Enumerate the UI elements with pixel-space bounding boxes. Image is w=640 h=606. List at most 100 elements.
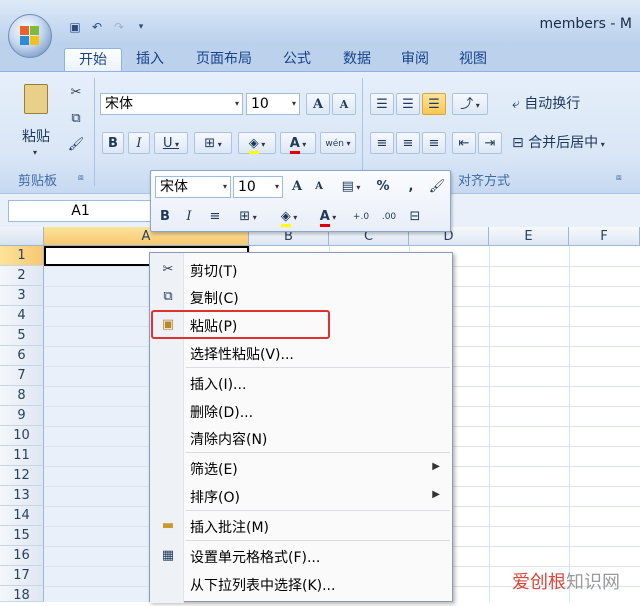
menu-item-sort[interactable]: 排序(O) ▶ xyxy=(150,483,452,509)
tab-formulas[interactable]: 公式 xyxy=(272,48,322,72)
row-header-11[interactable]: 11 xyxy=(0,446,44,466)
row-header-7[interactable]: 7 xyxy=(0,366,44,386)
row-header-12[interactable]: 12 xyxy=(0,466,44,486)
paste-button[interactable]: 粘贴 ▾ xyxy=(18,82,58,172)
row-header-18[interactable]: 18 xyxy=(0,586,44,603)
undo-icon[interactable]: ↶ xyxy=(88,18,106,36)
underline-button[interactable]: U ▾ xyxy=(154,132,188,154)
align-middle-button[interactable]: ☰ xyxy=(396,93,420,115)
row-header-16[interactable]: 16 xyxy=(0,546,44,566)
menu-item-copy[interactable]: ⧉ 复制(C) xyxy=(150,284,452,310)
font-size-box[interactable]: 10 ▾ xyxy=(246,93,300,115)
menu-item-label: 排序(O) xyxy=(190,490,240,506)
mini-format-painter-icon[interactable]: 🖌 xyxy=(427,176,447,198)
row-header-13[interactable]: 13 xyxy=(0,486,44,506)
phonetic-button[interactable]: wén ▾ xyxy=(320,132,356,154)
menu-item-clear-contents[interactable]: 清除内容(N) xyxy=(150,425,452,451)
mini-grow-font-button[interactable]: A xyxy=(287,176,307,198)
tab-page-layout[interactable]: 页面布局 xyxy=(186,48,262,72)
menu-item-delete[interactable]: 删除(D)... xyxy=(150,398,452,424)
menu-item-filter[interactable]: 筛选(E) ▶ xyxy=(150,455,452,481)
menu-item-insert[interactable]: 插入(I)... xyxy=(150,370,452,396)
menu-item-format-cells[interactable]: ▦ 设置单元格格式(F)... xyxy=(150,543,452,569)
shrink-font-button[interactable]: A xyxy=(332,93,356,115)
mini-shrink-font-button[interactable]: A xyxy=(309,176,329,198)
customize-qat-icon[interactable]: ▾ xyxy=(132,18,150,36)
align-right-button[interactable]: ≡ xyxy=(422,132,446,154)
column-header-e[interactable]: E xyxy=(489,227,569,246)
mini-percent-button[interactable]: % xyxy=(373,176,393,198)
copy-icon[interactable]: ⧉ xyxy=(66,108,86,130)
dialog-launcher-icon[interactable]: ⧈ xyxy=(616,173,622,183)
column-header-f[interactable]: F xyxy=(569,227,640,246)
wrap-text-button[interactable]: ⤶ 自动换行 xyxy=(512,93,602,115)
mini-fill-color-button[interactable]: ◈ ▾ xyxy=(271,206,307,228)
align-left-button[interactable]: ≡ xyxy=(370,132,394,154)
font-name-box[interactable]: 宋体 ▾ xyxy=(100,93,243,115)
mini-comma-button[interactable]: , xyxy=(401,176,421,198)
borders-icon: ⊞ xyxy=(239,209,251,224)
menu-item-insert-comment[interactable]: ▬ 插入批注(M) xyxy=(150,513,452,539)
mini-merge-icon[interactable]: ⊟ xyxy=(405,206,425,228)
mini-bold-button[interactable]: B xyxy=(155,206,175,228)
row-header-1[interactable]: 1 xyxy=(0,246,44,266)
name-box[interactable]: A1 xyxy=(8,200,153,222)
row-header-5[interactable]: 5 xyxy=(0,326,44,346)
increase-indent-button[interactable]: ⇥ xyxy=(478,132,502,154)
tab-data[interactable]: 数据 xyxy=(332,48,382,72)
menu-item-pick-from-list[interactable]: 从下拉列表中选择(K)... xyxy=(150,571,452,597)
cut-icon[interactable]: ✂ xyxy=(66,82,86,104)
window-title: members - M xyxy=(539,16,632,32)
fill-color-button[interactable]: ◈ ▾ xyxy=(238,132,276,154)
mini-center-icon[interactable]: ≡ xyxy=(205,206,225,228)
menu-separator xyxy=(186,510,450,511)
select-all-button[interactable] xyxy=(0,227,44,246)
merge-center-button[interactable]: ⊟ 合并后居中 ▾ xyxy=(512,132,630,154)
mini-italic-button[interactable]: I xyxy=(179,206,199,228)
italic-button[interactable]: I xyxy=(128,132,150,154)
row-header-3[interactable]: 3 xyxy=(0,286,44,306)
orientation-button[interactable]: ⤴ ▾ xyxy=(452,93,488,115)
row-header-4[interactable]: 4 xyxy=(0,306,44,326)
align-top-button[interactable]: ☰ xyxy=(370,93,394,115)
mini-increase-decimal-button[interactable]: +.0 xyxy=(349,206,373,228)
decrease-indent-button[interactable]: ⇤ xyxy=(452,132,476,154)
save-icon[interactable]: ▣ xyxy=(66,18,84,36)
mini-accounting-button[interactable]: ▤ ▾ xyxy=(335,176,367,198)
redo-icon[interactable]: ↷ xyxy=(110,18,128,36)
tab-review[interactable]: 审阅 xyxy=(392,48,438,72)
row-header-2[interactable]: 2 xyxy=(0,266,44,286)
menu-item-paste-special[interactable]: 选择性粘贴(V)... xyxy=(150,340,452,366)
mini-decrease-decimal-button[interactable]: .00 xyxy=(377,206,401,228)
mini-font-color-button[interactable]: A ▾ xyxy=(311,206,345,228)
mini-borders-button[interactable]: ⊞ ▾ xyxy=(231,206,265,228)
currency-icon: ▤ xyxy=(341,179,354,194)
font-name-value: 宋体 xyxy=(105,96,133,112)
chevron-down-icon: ▾ xyxy=(291,99,296,108)
mini-font-size-box[interactable]: 10 ▾ xyxy=(233,176,283,198)
font-color-button[interactable]: A ▾ xyxy=(280,132,316,154)
office-button[interactable] xyxy=(8,14,52,58)
row-header-10[interactable]: 10 xyxy=(0,426,44,446)
row-header-14[interactable]: 14 xyxy=(0,506,44,526)
format-cells-icon: ▦ xyxy=(161,548,175,563)
row-header-9[interactable]: 9 xyxy=(0,406,44,426)
row-header-15[interactable]: 15 xyxy=(0,526,44,546)
grow-font-button[interactable]: A xyxy=(306,93,330,115)
watermark-brand: 爱创根 xyxy=(512,572,566,593)
borders-button[interactable]: ⊞ ▾ xyxy=(194,132,232,154)
row-header-17[interactable]: 17 xyxy=(0,566,44,586)
tab-view[interactable]: 视图 xyxy=(450,48,496,72)
dialog-launcher-icon[interactable]: ⧈ xyxy=(78,173,84,183)
row-header-6[interactable]: 6 xyxy=(0,346,44,366)
bold-button[interactable]: B xyxy=(102,132,124,154)
menu-item-cut[interactable]: ✂ 剪切(T) xyxy=(150,257,452,283)
wrap-text-icon: ⤶ xyxy=(512,96,525,112)
align-bottom-button[interactable]: ☰ xyxy=(422,93,446,115)
tab-insert[interactable]: 插入 xyxy=(126,48,174,72)
tab-home[interactable]: 开始 xyxy=(64,48,122,73)
row-header-8[interactable]: 8 xyxy=(0,386,44,406)
align-center-button[interactable]: ≡ xyxy=(396,132,420,154)
mini-font-name-box[interactable]: 宋体 ▾ xyxy=(155,176,231,198)
format-painter-icon[interactable]: 🖌 xyxy=(66,134,86,156)
